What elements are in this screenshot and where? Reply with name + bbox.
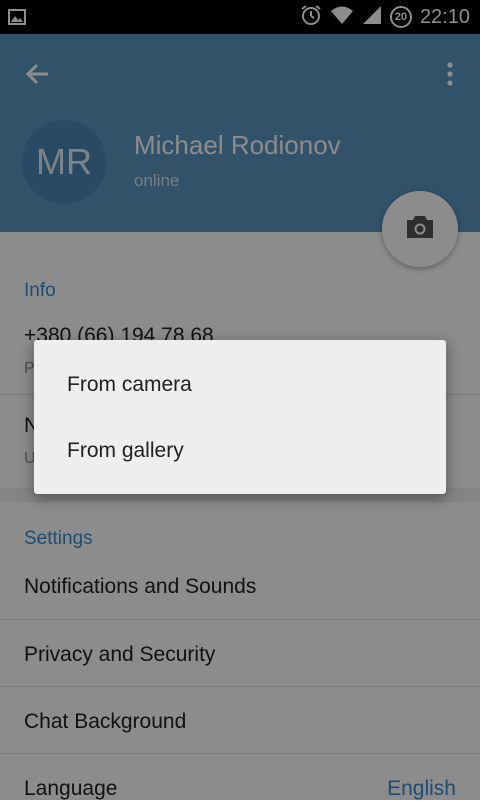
from-gallery-option[interactable]: From gallery [34,418,446,484]
photo-source-dialog: From camera From gallery [34,340,446,494]
from-camera-option[interactable]: From camera [34,352,446,418]
